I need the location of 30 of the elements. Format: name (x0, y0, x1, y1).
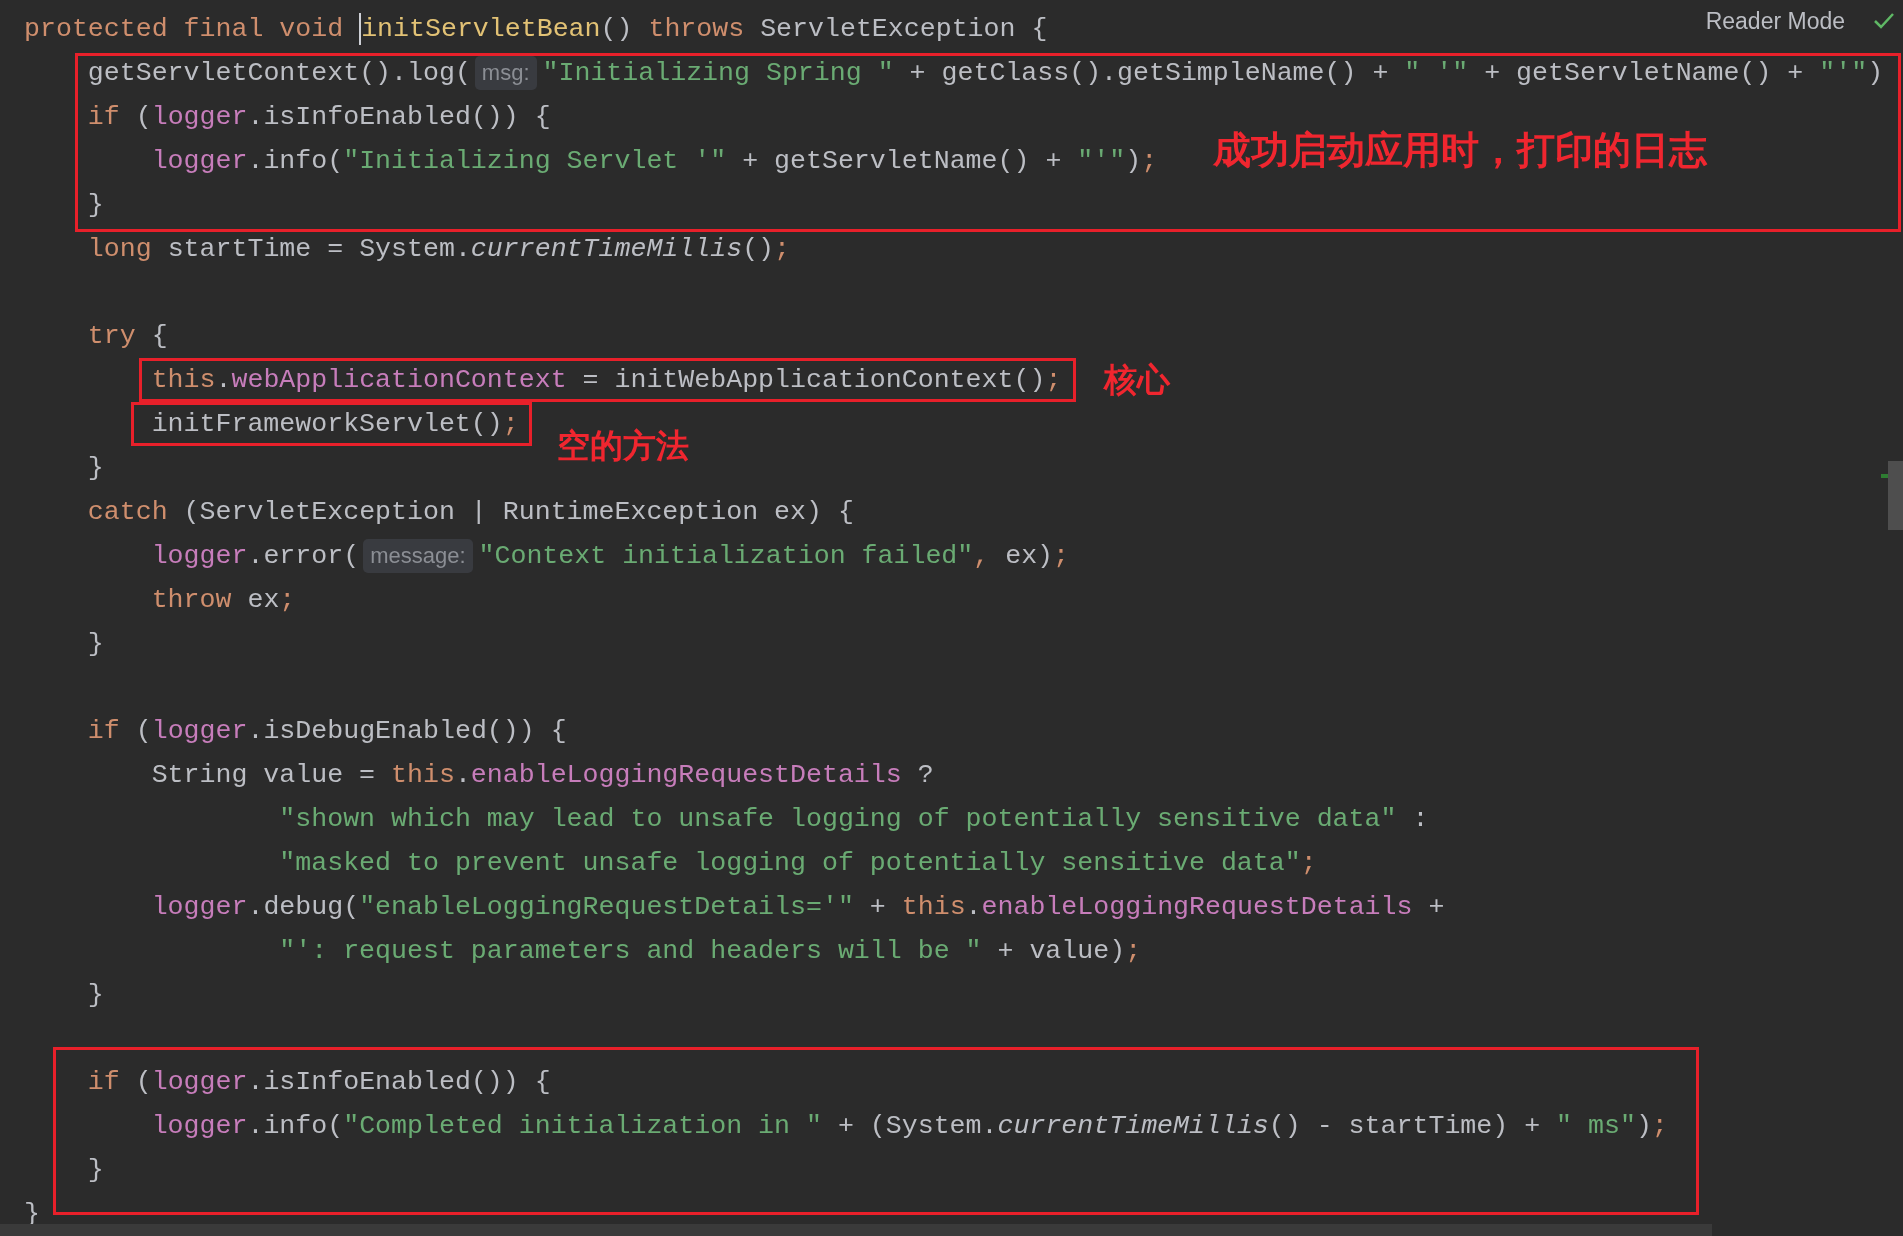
code-line: if (logger.isInfoEnabled()) { (87, 1066, 551, 1099)
code-line: logger.error( message: "Context initialization failed", ex); (151, 539, 1070, 573)
code-line: } (87, 628, 104, 661)
code-line: if (logger.isDebugEnabled()) { (87, 715, 567, 748)
code-line: if (logger.isInfoEnabled()) { (87, 101, 551, 134)
code-line: logger.debug("enableLoggingRequestDetails='" + this.enableLoggingRequestDetails + (151, 891, 1445, 924)
annotation-label: 核心 (1104, 360, 1170, 400)
code-line: protected final void initServletBean() throws ServletException { (24, 12, 1048, 46)
code-line: this.webApplicationContext = initWebApplicationContext(); (151, 364, 1062, 397)
code-line: logger.info("Initializing Servlet '" + getServletName() + "'"); (151, 145, 1158, 178)
code-line: logger.info("Completed initialization in " + (System.currentTimeMillis() - startTime) + " ms"); (151, 1110, 1668, 1143)
code-line: } (87, 979, 104, 1012)
code-line: } (87, 189, 104, 222)
annotation-label: 成功启动应用时，打印的日志 (1213, 128, 1707, 174)
code-line: getServletContext().log( msg: "Initializing Spring " + getClass().getSimpleName() + " '" + getServletName() + "'") (87, 56, 1884, 90)
annotation-label: 空的方法 (557, 426, 689, 466)
code-line: "masked to prevent unsafe logging of potentially sensitive data"; (279, 847, 1317, 880)
code-line: throw ex; (151, 584, 296, 617)
code-line: } (87, 452, 104, 485)
code-line: try { (87, 320, 168, 353)
code-line: } (87, 1154, 104, 1187)
code-line: initFrameworkServlet(); (151, 408, 519, 441)
reader-mode-button[interactable]: Reader Mode (1699, 5, 1851, 37)
code-line: "shown which may lead to unsafe logging of potentially sensitive data" : (279, 803, 1429, 836)
code-line: String value = this.enableLoggingRequestDetails ? (151, 759, 934, 792)
code-line: long startTime = System.currentTimeMillis(); (87, 233, 791, 266)
code-line: catch (ServletException | RuntimeException ex) { (87, 496, 854, 529)
scrollbar-thumb[interactable] (1888, 461, 1903, 530)
code-line: "': request parameters and headers will be " + value); (279, 935, 1142, 968)
check-icon (1873, 12, 1895, 30)
